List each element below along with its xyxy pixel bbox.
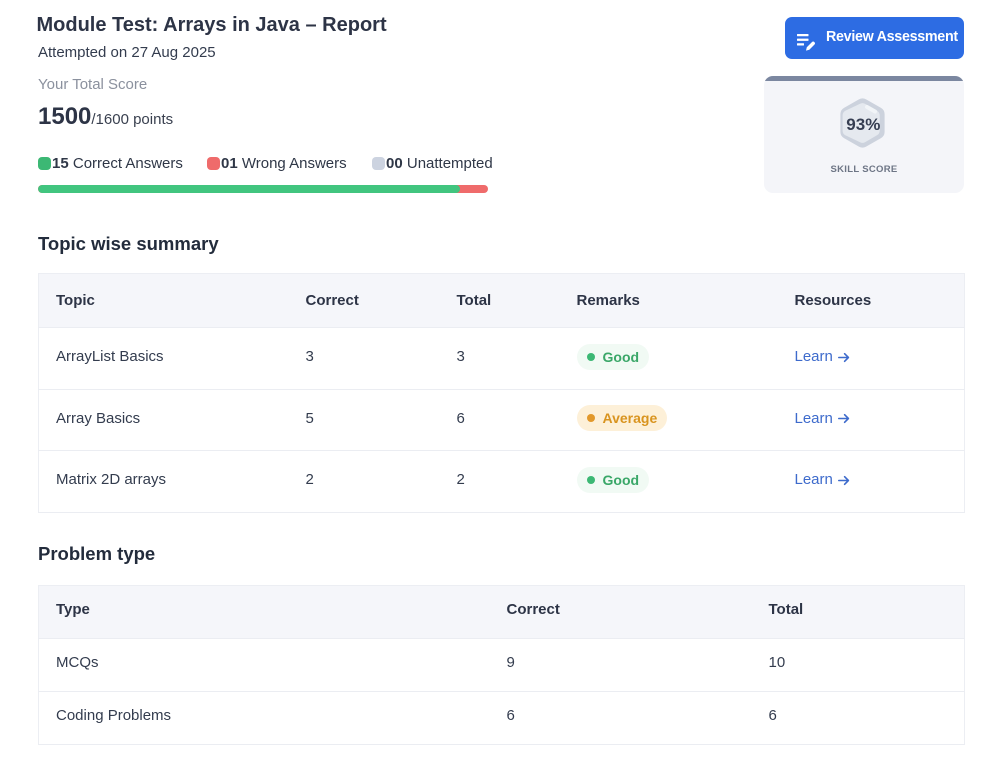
svg-text:93%: 93% [846, 115, 880, 134]
